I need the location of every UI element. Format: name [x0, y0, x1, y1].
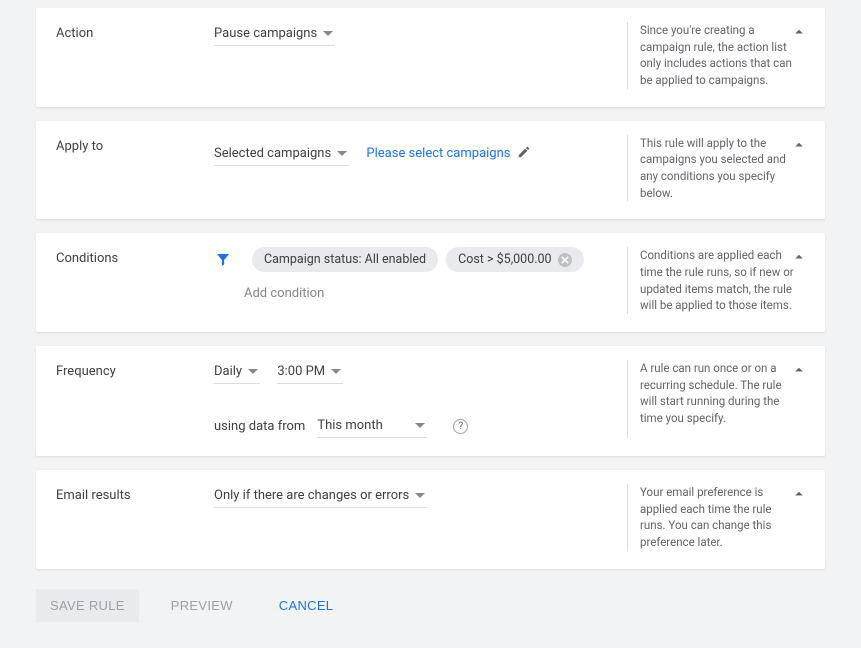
help-icon[interactable]: ?: [453, 419, 468, 434]
section-label: Frequency: [56, 360, 214, 438]
section-label: Conditions: [56, 247, 214, 314]
action-value: Pause campaigns: [214, 26, 317, 41]
data-range-dropdown[interactable]: This month: [317, 414, 427, 438]
frequency-time-dropdown[interactable]: 3:00 PM: [277, 360, 343, 384]
range-value: This month: [317, 418, 382, 433]
collapse-button[interactable]: [787, 135, 811, 159]
filter-icon: [214, 251, 232, 269]
chevron-up-icon: [790, 248, 808, 270]
add-condition-button[interactable]: Add condition: [244, 286, 615, 301]
section-label: Apply to: [56, 135, 214, 202]
section-frequency: Frequency Daily 3:00 PM using data from …: [36, 346, 825, 456]
section-content: Selected campaigns Please select campaig…: [214, 135, 627, 202]
collapse-button[interactable]: [787, 360, 811, 384]
condition-chip[interactable]: Campaign status: All enabled: [252, 247, 438, 272]
chip-text: Cost > $5,000.00: [458, 252, 551, 267]
caret-down-icon: [337, 149, 347, 159]
preview-button[interactable]: PREVIEW: [157, 589, 247, 622]
section-help: A rule can run once or on a recurring sc…: [627, 360, 805, 438]
section-apply-to: Apply to Selected campaigns Please selec…: [36, 121, 825, 220]
section-action: Action Pause campaigns Since you're crea…: [36, 8, 825, 107]
select-campaigns-link[interactable]: Please select campaigns: [366, 145, 530, 163]
section-help: This rule will apply to the campaigns yo…: [627, 135, 805, 202]
section-content: Only if there are changes or errors: [214, 484, 627, 551]
section-conditions: Conditions Campaign status: All enabled …: [36, 233, 825, 332]
apply-to-dropdown[interactable]: Selected campaigns: [214, 142, 349, 166]
interval-value: Daily: [214, 364, 242, 379]
caret-down-icon: [248, 367, 258, 377]
section-email-results: Email results Only if there are changes …: [36, 470, 825, 569]
frequency-interval-dropdown[interactable]: Daily: [214, 360, 260, 384]
caret-down-icon: [323, 29, 333, 39]
conditions-chips: Campaign status: All enabled Cost > $5,0…: [214, 247, 615, 272]
apply-to-value: Selected campaigns: [214, 146, 331, 161]
section-help: Your email preference is applied each ti…: [627, 484, 805, 551]
time-value: 3:00 PM: [277, 364, 325, 379]
condition-chip[interactable]: Cost > $5,000.00: [446, 247, 583, 272]
chevron-up-icon: [790, 485, 808, 507]
using-label: using data from: [214, 419, 305, 434]
chip-remove-icon[interactable]: [558, 253, 572, 267]
section-help: Since you're creating a campaign rule, t…: [627, 22, 805, 89]
section-content: Daily 3:00 PM using data from This month…: [214, 360, 627, 438]
caret-down-icon: [331, 367, 341, 377]
section-label: Email results: [56, 484, 214, 551]
action-dropdown[interactable]: Pause campaigns: [214, 22, 335, 46]
section-content: Pause campaigns: [214, 22, 627, 89]
email-value: Only if there are changes or errors: [214, 488, 409, 503]
chevron-up-icon: [790, 136, 808, 158]
caret-down-icon: [415, 491, 425, 501]
email-results-dropdown[interactable]: Only if there are changes or errors: [214, 484, 427, 508]
link-text: Please select campaigns: [366, 146, 510, 161]
chip-text: Campaign status: All enabled: [264, 252, 426, 267]
caret-down-icon: [415, 421, 425, 431]
collapse-button[interactable]: [787, 484, 811, 508]
form-actions: SAVE RULE PREVIEW CANCEL: [36, 583, 825, 622]
chevron-up-icon: [790, 23, 808, 45]
rule-form: Action Pause campaigns Since you're crea…: [8, 8, 853, 640]
section-content: Campaign status: All enabled Cost > $5,0…: [214, 247, 627, 314]
save-rule-button[interactable]: SAVE RULE: [36, 589, 139, 622]
collapse-button[interactable]: [787, 22, 811, 46]
chevron-up-icon: [790, 361, 808, 383]
cancel-button[interactable]: CANCEL: [265, 589, 348, 622]
pencil-icon: [517, 145, 531, 163]
using-data-row: using data from This month ?: [214, 414, 615, 438]
section-label: Action: [56, 22, 214, 89]
collapse-button[interactable]: [787, 247, 811, 271]
section-help: Conditions are applied each time the rul…: [627, 247, 805, 314]
